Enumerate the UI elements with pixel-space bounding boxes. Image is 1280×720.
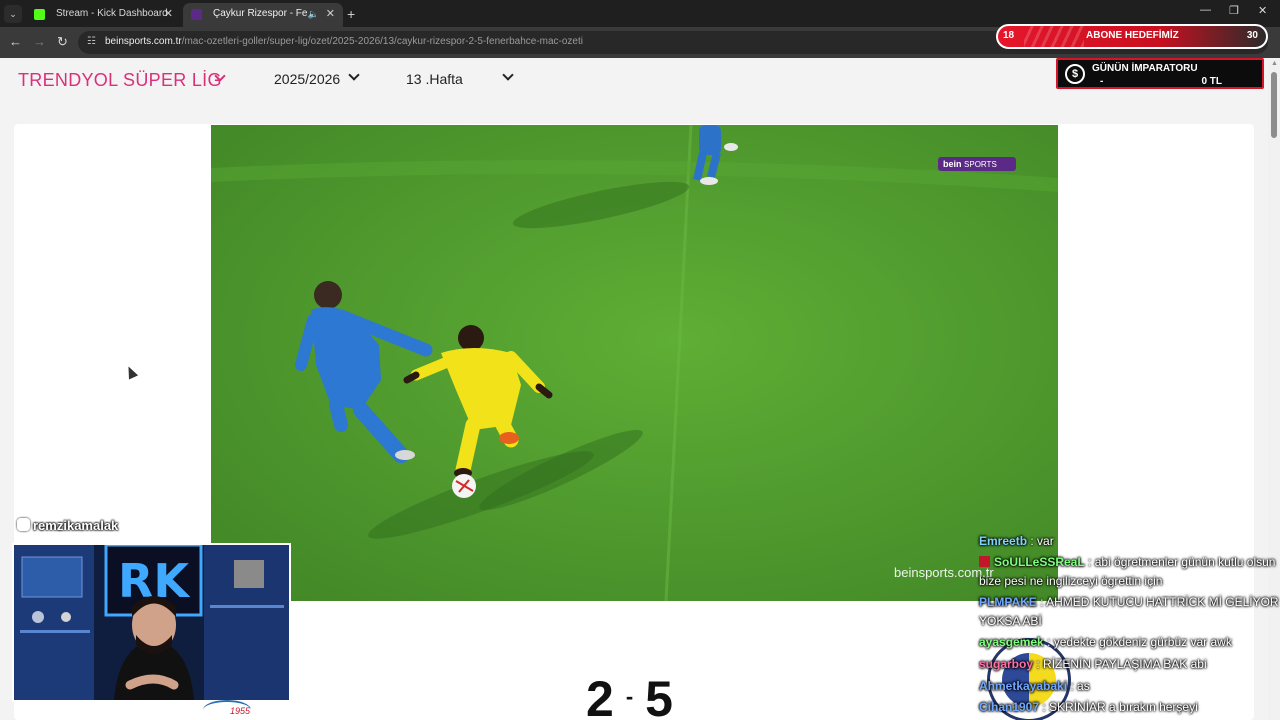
week-selector[interactable]: 13 .Hafta xyxy=(406,71,463,87)
reload-icon[interactable]: ↻ xyxy=(57,34,68,50)
forward-icon[interactable]: → xyxy=(33,34,46,50)
goal-label: ABONE HEDEFİMİZ xyxy=(1086,30,1179,41)
chat-user: PLMPAKE xyxy=(979,595,1037,609)
site-info-icon[interactable]: ☷ xyxy=(87,36,96,47)
highlight-video[interactable] xyxy=(211,125,1058,601)
close-tab-icon[interactable]: ✕ xyxy=(326,3,335,25)
restore-icon[interactable]: ❐ xyxy=(1229,4,1239,17)
chat-text: : var xyxy=(1030,534,1054,548)
url-path: /mac-ozetleri-goller/super-lig/ozet/2025… xyxy=(181,36,583,47)
chat-user: Ahmetkayabaki xyxy=(979,679,1068,693)
kick-favicon-icon xyxy=(34,9,45,20)
tab-match-summary[interactable]: Çaykur Rizespor - Fenerbahçe 🔈 ✕ xyxy=(183,3,343,27)
instagram-handle: remzikamalak xyxy=(17,518,118,535)
tab-strip: ⌄ Stream - Kick Dashboard ✕ Çaykur Rizes… xyxy=(0,0,1280,27)
chat-message: ayasgemek : yedekte gökdeniz gürbüz var … xyxy=(979,633,1279,652)
chevron-down-icon[interactable] xyxy=(348,69,360,81)
match-score: 2-5 xyxy=(586,674,673,720)
season-selector[interactable]: 2025/2026 xyxy=(274,71,340,87)
video-frame xyxy=(211,125,1058,601)
goal-target: 30 xyxy=(1246,30,1258,41)
bein-logo-suffix: SPORTS xyxy=(964,160,997,169)
chevron-down-icon[interactable] xyxy=(502,69,514,81)
donor-name: - xyxy=(1100,76,1104,87)
tab-title: Çaykur Rizespor - Fenerbahçe xyxy=(213,8,308,19)
chat-user: Cihan1907 xyxy=(979,700,1040,714)
bein-logo-text: bein xyxy=(943,159,962,169)
chat-message: SoULLeSSReaL : abi ögretmenler günün kut… xyxy=(979,553,1279,591)
chat-message: Emreetb : var xyxy=(979,532,1279,551)
chat-message: PLMPAKE : AHMED KUTUCU HATTRİCK Mİ GELİY… xyxy=(979,593,1279,631)
subscriber-badge-icon xyxy=(979,556,990,567)
chat-message: Ahmetkayabaki : as xyxy=(979,677,1279,696)
scroll-up-icon[interactable]: ▲ xyxy=(1271,60,1278,67)
chat-text: : as xyxy=(1070,679,1090,693)
away-score: 5 xyxy=(645,671,673,720)
audio-icon[interactable]: 🔈 xyxy=(308,3,319,25)
chat-text: : SKRİNİAR a bırakın herşeyi xyxy=(1042,700,1198,714)
score-separator: - xyxy=(625,684,634,709)
league-selector[interactable]: TRENDYOL SÜPER LİG xyxy=(18,70,222,91)
bein-sports-logo: bein SPORTS xyxy=(938,157,1016,171)
coin-icon: $ xyxy=(1065,64,1085,84)
webcam-image: RK xyxy=(14,545,289,700)
chat-message: Cihan1907 : SKRİNİAR a bırakın herşeyi xyxy=(979,698,1279,717)
tab-title: Stream - Kick Dashboard xyxy=(56,8,168,19)
crest-year: 1955 xyxy=(230,706,251,716)
goal-current: 18 xyxy=(1003,30,1015,41)
chat-text: : yedekte gökdeniz gürbüz var awk xyxy=(1047,635,1232,649)
donor-title: GÜNÜN İMPARATORU xyxy=(1092,63,1198,74)
webcam-feed: RK xyxy=(12,543,291,702)
url-domain: beinsports.com.tr xyxy=(105,36,182,47)
chat-user: sugarboy xyxy=(979,657,1034,671)
goal-stripes xyxy=(1024,26,1084,47)
top-donor-widget: $ GÜNÜN İMPARATORU - 0 TL xyxy=(1056,58,1264,89)
home-score: 2 xyxy=(586,671,614,720)
scroll-thumb[interactable] xyxy=(1271,72,1277,138)
close-tab-icon[interactable]: ✕ xyxy=(164,3,173,25)
url-text: beinsports.com.tr/mac-ozetleri-goller/su… xyxy=(105,36,583,47)
back-icon[interactable]: ← xyxy=(9,34,22,50)
new-tab-icon[interactable]: + xyxy=(347,3,355,25)
chat-text: : RİZENİN PAYLAŞIMA BAK abi xyxy=(1036,657,1207,671)
donor-amount: 0 TL xyxy=(1201,76,1222,87)
close-window-icon[interactable]: ✕ xyxy=(1258,4,1267,17)
tab-kick-dashboard[interactable]: Stream - Kick Dashboard ✕ xyxy=(26,3,181,27)
subscriber-goal-bar: 18 ABONE HEDEFİMİZ 30 xyxy=(996,24,1268,49)
instagram-icon xyxy=(17,518,30,531)
chat-user: SoULLeSSReaL xyxy=(994,555,1085,569)
bein-favicon-icon xyxy=(191,9,202,20)
chat-user: Emreetb xyxy=(979,534,1028,548)
tab-search-icon[interactable]: ⌄ xyxy=(4,5,22,23)
chat-message: sugarboy : RİZENİN PAYLAŞIMA BAK abi xyxy=(979,655,1279,674)
chat-user: ayasgemek xyxy=(979,635,1044,649)
minimize-icon[interactable]: — xyxy=(1200,4,1211,16)
instagram-name: remzikamalak xyxy=(33,518,119,533)
